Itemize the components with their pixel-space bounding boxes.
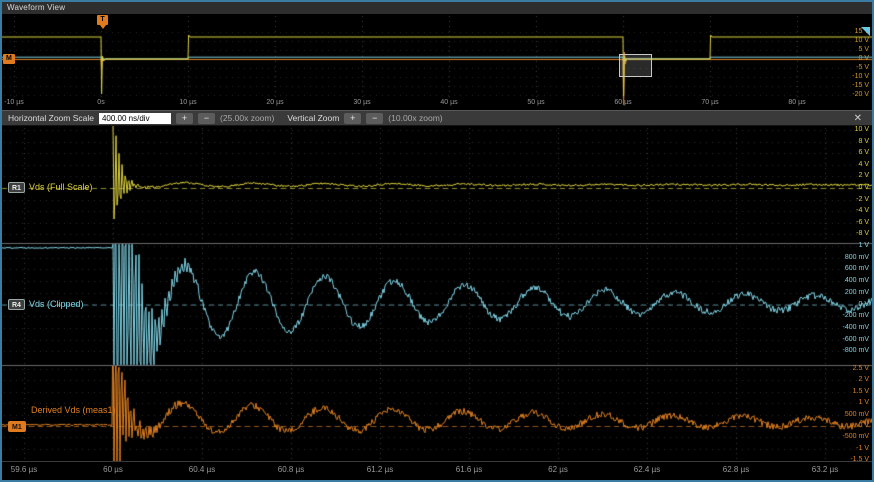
m1-voltage-label: -1 V xyxy=(856,445,869,452)
math-channel-marker[interactable]: M xyxy=(3,54,15,64)
zoom-toolbar: Horizontal Zoom Scale + − (25.00x zoom) … xyxy=(2,110,872,126)
vertical-zoom-out-button[interactable]: − xyxy=(366,113,383,124)
overview-voltage-label: 10 V xyxy=(855,37,869,44)
r1-voltage-label: 8 V xyxy=(858,138,869,145)
overview-voltage-label: -20 V xyxy=(852,91,869,98)
trigger-marker[interactable]: T xyxy=(97,15,108,25)
r4-voltage-label: 600 mV xyxy=(845,265,869,272)
time-axis-label: 61.2 µs xyxy=(367,465,393,474)
r4-voltage-label: -800 mV xyxy=(843,347,869,354)
overview-voltage-label: -5 V xyxy=(856,64,869,71)
r1-voltage-label: 4 V xyxy=(858,161,869,168)
overview-time-label: 30 µs xyxy=(353,99,370,106)
reference-badge-r1[interactable]: R1 xyxy=(8,182,25,193)
vertical-zoom-factor: (10.00x zoom) xyxy=(388,113,442,123)
overview-voltage-label: -15 V xyxy=(852,82,869,89)
m1-voltage-label: 1.5 V xyxy=(853,388,869,395)
overview-time-label: 20 µs xyxy=(266,99,283,106)
reference-badge-r4[interactable]: R4 xyxy=(8,299,25,310)
channel-label-m1: Derived Vds (meas1) xyxy=(31,405,116,415)
r4-voltage-label: 0 V xyxy=(858,301,869,308)
horizontal-zoom-scale-label: Horizontal Zoom Scale xyxy=(8,113,94,123)
m1-voltage-label: 1 V xyxy=(858,399,869,406)
time-axis-label: 62.8 µs xyxy=(723,465,749,474)
close-zoom-button[interactable]: ✕ xyxy=(850,113,866,124)
overview-voltage-label: 0 V xyxy=(858,55,869,62)
horizontal-zoom-in-button[interactable]: + xyxy=(176,113,193,124)
overview-voltage-label: -10 V xyxy=(852,73,869,80)
r1-voltage-label: 2 V xyxy=(858,172,869,179)
channel-label-r1: Vds (Full Scale) xyxy=(29,182,93,192)
r1-voltage-label: -2 V xyxy=(856,196,869,203)
horizontal-zoom-out-button[interactable]: − xyxy=(198,113,215,124)
time-axis-label: 60.8 µs xyxy=(278,465,304,474)
time-axis-label: 60.4 µs xyxy=(189,465,215,474)
r4-voltage-label: -200 mV xyxy=(843,312,869,319)
math-badge-m1[interactable]: M1 xyxy=(8,421,26,432)
m1-voltage-label: 2 V xyxy=(858,376,869,383)
overview-time-label: 0s xyxy=(97,99,104,106)
titlebar: Waveform View xyxy=(2,2,872,14)
zoom-region-box[interactable] xyxy=(619,54,652,77)
overview-time-label: 80 µs xyxy=(788,99,805,106)
r4-voltage-label: 200 mV xyxy=(845,289,869,296)
r4-voltage-label: 400 mV xyxy=(845,277,869,284)
m1-voltage-label: -500 mV xyxy=(843,433,869,440)
time-axis-label: 63.2 µs xyxy=(812,465,838,474)
horizontal-scale-input[interactable] xyxy=(99,113,171,124)
time-axis-label: 62 µs xyxy=(548,465,568,474)
zoomed-waveform-canvas[interactable] xyxy=(2,126,872,461)
channel-scale-indicator-icon xyxy=(861,27,870,36)
r4-voltage-label: -400 mV xyxy=(843,324,869,331)
r1-voltage-label: -6 V xyxy=(856,219,869,226)
overview-voltage-label: 5 V xyxy=(858,46,869,53)
bottom-filler xyxy=(2,476,872,480)
r1-voltage-label: 6 V xyxy=(858,149,869,156)
m1-voltage-label: 2.5 V xyxy=(853,365,869,372)
horizontal-zoom-factor: (25.00x zoom) xyxy=(220,113,274,123)
time-axis-label: 60 µs xyxy=(103,465,123,474)
overview-waveform-canvas[interactable] xyxy=(2,14,872,110)
overview-time-label: 50 µs xyxy=(527,99,544,106)
trigger-marker-tail-icon xyxy=(100,25,106,29)
overview-time-label: 40 µs xyxy=(440,99,457,106)
vertical-zoom-label: Vertical Zoom xyxy=(287,113,339,123)
channel-label-r4: Vds (Clipped) xyxy=(29,299,84,309)
waveform-view-window: Waveform View -10 µs 0s 10 µs 20 µs 30 µs 40 … xyxy=(0,0,874,482)
zoomed-waveform-area: R1 Vds (Full Scale) R4 Vds (Clipped) M1 … xyxy=(2,126,872,476)
r4-voltage-label: 1 V xyxy=(858,242,869,249)
overview-time-label: 70 µs xyxy=(701,99,718,106)
overview-time-label: 60 µs xyxy=(614,99,631,106)
r1-voltage-label: -4 V xyxy=(856,207,869,214)
overview-time-label: -10 µs xyxy=(4,99,24,106)
r4-voltage-label: -600 mV xyxy=(843,336,869,343)
time-axis-label: 59.6 µs xyxy=(11,465,37,474)
time-axis-label: 61.6 µs xyxy=(456,465,482,474)
vertical-zoom-in-button[interactable]: + xyxy=(344,113,361,124)
window-title: Waveform View xyxy=(7,3,65,12)
time-axis: 59.6 µs 60 µs 60.4 µs 60.8 µs 61.2 µs 61.6 µs… xyxy=(2,461,872,476)
r1-voltage-label: -8 V xyxy=(856,230,869,237)
r4-voltage-label: 800 mV xyxy=(845,254,869,261)
r1-voltage-label: 0 V xyxy=(858,184,869,191)
time-axis-label: 62.4 µs xyxy=(634,465,660,474)
overview-panel: -10 µs 0s 10 µs 20 µs 30 µs 40 µs 50 µs 60 µs 70… xyxy=(2,14,872,110)
m1-voltage-label: 500 mV xyxy=(845,411,869,418)
r1-voltage-label: 10 V xyxy=(855,126,869,133)
overview-time-label: 10 µs xyxy=(179,99,196,106)
m1-voltage-label: 0 V xyxy=(858,422,869,429)
